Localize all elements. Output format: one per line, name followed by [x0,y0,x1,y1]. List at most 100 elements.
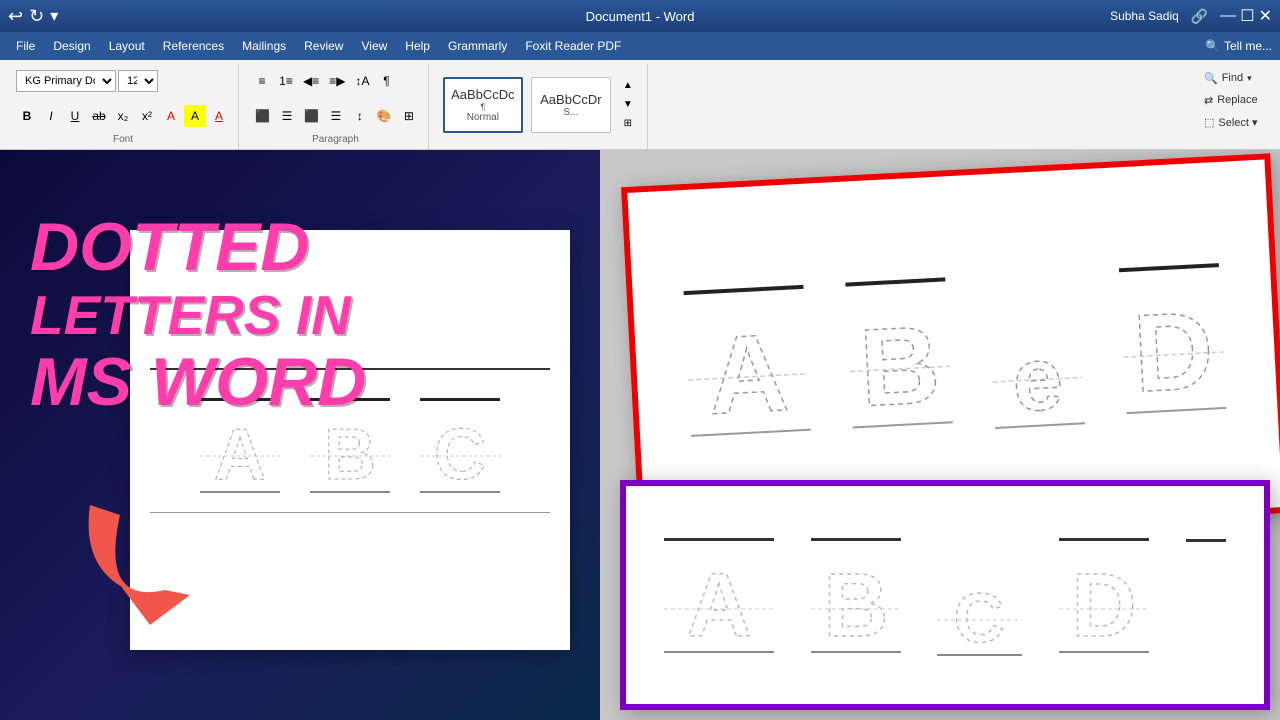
svg-text:D: D [1072,556,1137,651]
ribbon-paragraph-group: ≡ 1≡ ◀≡ ≡▶ ↕A ¶ ⬛ ☰ ⬛ ☰ ↕ 🎨 ⊞ Paragraph [243,64,429,149]
arrow-icon [60,475,220,635]
find-icon: 🔍 [1204,72,1218,85]
font-select[interactable]: KG Primary Do Arial Times New Roman [16,70,116,92]
style-2-box[interactable]: AaBbCcDr S... [531,77,611,133]
find-button[interactable]: 🔍 Find ▾ [1200,68,1264,88]
style-2-label: S... [563,107,578,118]
text-color-button[interactable]: A [160,105,182,127]
svg-text:B: B [823,556,888,651]
replace-icon: ⇄ [1204,94,1213,107]
svg-text:C: C [954,579,1005,654]
numbering-button[interactable]: 1≡ [275,70,297,92]
pilcrow-button[interactable]: ¶ [375,70,397,92]
left-panel: DOTTED LETTERS IN MS WORD A [0,150,620,720]
superscript-button[interactable]: x² [136,105,158,127]
menu-item-layout[interactable]: Layout [101,37,153,55]
bullets-button[interactable]: ≡ [251,70,273,92]
card-purple: A B C [620,480,1270,710]
underline-button[interactable]: U [64,105,86,127]
styles-expand-button[interactable]: ⊞ [617,114,639,133]
card-purple-letter-b: B [811,538,901,653]
title-bar: ↩ ↻ ▾ Document1 - Word Subha Sadiq 🔗 — ☐… [0,0,1280,32]
font-color-button[interactable]: A [208,105,230,127]
outdent-button[interactable]: ◀≡ [299,70,323,92]
doc-letter-c: C [420,398,500,493]
style-normal-box[interactable]: AaBbCcDc ¶ Normal [443,77,523,133]
align-center-button[interactable]: ☰ [276,105,298,127]
quick-access-icon[interactable]: ▾ [50,6,58,26]
replace-button[interactable]: ⇄ Replace [1200,90,1264,110]
menu-bar: File Design Layout References Mailings R… [0,32,1280,60]
indent-button[interactable]: ≡▶ [325,70,349,92]
style-2-preview: AaBbCcDr [540,92,601,107]
window-title: Document1 - Word [586,9,695,24]
menu-item-file[interactable]: File [8,37,43,55]
right-panel: A B e [600,150,1280,720]
svg-text:A: A [214,415,266,491]
card-red-letter-b: B [845,277,953,428]
share-icon[interactable]: 🔗 [1191,8,1208,25]
search-bar[interactable]: 🔍 Tell me... [1205,39,1272,53]
menu-item-help[interactable]: Help [397,37,438,55]
align-left-button[interactable]: ⬛ [251,105,274,127]
select-button[interactable]: ⬚ Select ▾ [1200,112,1264,132]
svg-text:B: B [857,303,943,427]
svg-text:B: B [324,415,376,491]
card-red-letter-d: D [1119,263,1227,414]
svg-text:A: A [687,556,752,651]
menu-item-references[interactable]: References [155,37,232,55]
title-line3: MS WORD [30,345,366,420]
svg-text:D: D [1131,289,1217,413]
paragraph-group-label: Paragraph [251,132,420,145]
menu-item-grammarly[interactable]: Grammarly [440,37,515,55]
highlight-button[interactable]: A [184,105,206,127]
align-right-button[interactable]: ⬛ [300,105,323,127]
title-line2: LETTERS IN [30,285,366,346]
title-line1: DOTTED [30,210,366,285]
menu-item-mailings[interactable]: Mailings [234,37,294,55]
font-group-label: Font [16,132,230,145]
overlay-title: DOTTED LETTERS IN MS WORD [30,210,366,420]
arrow-container [60,475,220,640]
close-button[interactable]: ✕ [1259,6,1272,26]
svg-text:A: A [705,311,791,435]
styles-down-button[interactable]: ▼ [617,95,639,114]
card-red-letter-c: e [989,302,1085,429]
styles-up-button[interactable]: ▲ [617,77,639,96]
card-purple-letter-partial: I [1186,539,1226,652]
main-content: DOTTED LETTERS IN MS WORD A [0,150,1280,720]
username: Subha Sadiq [1110,9,1179,23]
ribbon-editing-group: 🔍 Find ▾ ⇄ Replace ⬚ Select ▾ [1192,64,1272,149]
ribbon-font-group: KG Primary Do Arial Times New Roman 12 1… [8,64,239,149]
style-normal-label: Normal [467,112,499,123]
sort-button[interactable]: ↕A [351,70,373,92]
bold-button[interactable]: B [16,105,38,127]
menu-item-view[interactable]: View [353,37,395,55]
subscript-button[interactable]: x₂ [112,105,134,127]
font-size-select[interactable]: 12 11 14 [118,70,158,92]
card-purple-letter-a: A [664,538,774,653]
card-purple-letter-c: C [937,564,1022,656]
strikethrough-button[interactable]: ab [88,105,110,127]
card-purple-letter-d: D [1059,538,1149,653]
menu-item-design[interactable]: Design [45,37,98,55]
search-icon: 🔍 [1205,39,1220,53]
minimize-button[interactable]: — [1220,7,1236,25]
undo-icon[interactable]: ↩ [8,6,23,27]
styles-nav: ▲ ▼ ⊞ [617,77,639,133]
svg-text:C: C [434,415,486,491]
card-red-letter-a: A [684,285,811,437]
maximize-button[interactable]: ☐ [1240,6,1254,26]
svg-text:e: e [1010,328,1065,427]
redo-icon[interactable]: ↻ [29,6,44,27]
menu-item-review[interactable]: Review [296,37,351,55]
line-spacing-button[interactable]: ↕ [349,105,371,127]
menu-item-foxit[interactable]: Foxit Reader PDF [517,37,629,55]
italic-button[interactable]: I [40,105,62,127]
normal-style-icon: ¶ [480,102,485,112]
ribbon: KG Primary Do Arial Times New Roman 12 1… [0,60,1280,150]
style-normal-preview: AaBbCcDc [451,87,515,102]
justify-button[interactable]: ☰ [325,105,347,127]
border-button[interactable]: ⊞ [398,105,420,127]
shading-button[interactable]: 🎨 [373,105,396,127]
